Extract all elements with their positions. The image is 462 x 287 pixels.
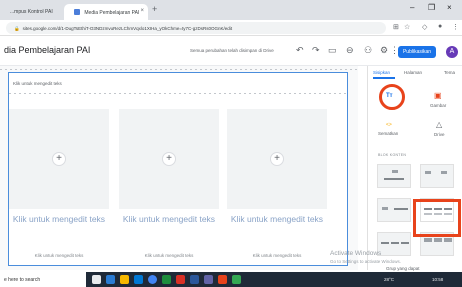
task-view-icon[interactable]: [92, 275, 101, 284]
card-title-text[interactable]: Klik untuk mengedit teks: [119, 214, 219, 225]
add-image-plus-icon[interactable]: +: [52, 152, 66, 166]
browser-tab-title: ...mpus Kontrol PAI: [10, 9, 53, 15]
taskbar-search-input[interactable]: e here to search: [0, 272, 86, 287]
layout-option[interactable]: [420, 164, 454, 188]
divider: [0, 69, 358, 70]
avatar[interactable]: A: [446, 46, 458, 58]
embed-icon[interactable]: <>: [386, 122, 392, 128]
add-image-plus-icon[interactable]: +: [162, 152, 176, 166]
tab-themes[interactable]: Tema: [444, 70, 455, 75]
close-window-icon[interactable]: ×: [447, 3, 452, 12]
browser-menu-icon[interactable]: ⋮: [452, 23, 459, 31]
powerpoint-icon[interactable]: [176, 275, 185, 284]
temperature-text: 28°C: [384, 277, 395, 282]
profile-icon[interactable]: ●: [438, 23, 442, 30]
image-icon[interactable]: ▣: [434, 91, 442, 100]
redo-icon[interactable]: ↷: [312, 45, 320, 56]
highlight-box: [413, 199, 461, 237]
layout-option[interactable]: [377, 232, 411, 256]
drive-label[interactable]: Drive: [434, 132, 445, 137]
drive-icon[interactable]: △: [436, 120, 442, 129]
active-tab-indicator: [373, 77, 395, 79]
tab-pages[interactable]: Halaman: [404, 70, 422, 75]
app-icon[interactable]: [232, 275, 241, 284]
undo-icon[interactable]: ↶: [296, 45, 304, 56]
google-sites-favicon-icon: [74, 9, 80, 15]
translate-icon[interactable]: ⊞: [393, 23, 399, 31]
bookmark-star-icon[interactable]: ☆: [404, 23, 410, 31]
app-icon[interactable]: [218, 275, 227, 284]
browser-tab[interactable]: ...mpus Kontrol PAI ×: [0, 4, 74, 20]
share-icon[interactable]: ⚇: [364, 45, 372, 56]
activate-windows-subtext: Go to Settings to activate Windows.: [330, 259, 402, 264]
image-label[interactable]: Gambar: [430, 103, 446, 108]
preview-icon[interactable]: ▭: [328, 45, 337, 56]
address-bar-row: 🔒 sites.google.com/d/1-DugTsEthiT-O3NDzmv…: [0, 20, 462, 36]
insert-panel: Sisipkan Halaman Tema Tт ▣ Gambar <> Sem…: [367, 66, 462, 270]
activate-windows-watermark: Activate Windows: [330, 250, 382, 257]
card-title-text[interactable]: Klik untuk mengedit teks: [9, 214, 109, 225]
browser-tab-active[interactable]: Media Pembelajaran PAI ×: [64, 4, 148, 20]
teams-icon[interactable]: [204, 275, 213, 284]
card-body-text[interactable]: Klik untuk mengedit teks: [227, 253, 327, 258]
layout-option[interactable]: [377, 198, 411, 222]
minimize-window-icon[interactable]: –: [410, 3, 414, 12]
publish-button[interactable]: Publikasikan: [398, 46, 436, 58]
layout-option[interactable]: [377, 164, 411, 188]
store-icon[interactable]: [134, 275, 143, 284]
file-explorer-icon[interactable]: [120, 275, 129, 284]
site-title[interactable]: dia Pembelajaran PAI: [4, 45, 90, 55]
chrome-icon[interactable]: [148, 275, 157, 284]
divider: [9, 93, 347, 94]
card-body-text[interactable]: Klik untuk mengedit teks: [9, 253, 109, 258]
tab-insert[interactable]: Sisipkan: [373, 70, 390, 75]
edge-icon[interactable]: [106, 275, 115, 284]
word-icon[interactable]: [190, 275, 199, 284]
browser-tab-strip: ...mpus Kontrol PAI × Media Pembelajaran…: [0, 0, 462, 20]
image-placeholder-card[interactable]: +: [227, 109, 327, 209]
image-placeholder-card[interactable]: +: [119, 109, 219, 209]
clock-text[interactable]: 10:58: [432, 277, 443, 282]
settings-gear-icon[interactable]: ⚙: [380, 45, 388, 56]
sites-toolbar: dia Pembelajaran PAI Semua perubahan tel…: [0, 36, 462, 66]
url-text: sites.google.com/d/1-DugTsEthiT-O3NDzmvu…: [22, 25, 233, 31]
card-title-text[interactable]: Klik untuk mengedit teks: [227, 214, 327, 225]
text-box-icon[interactable]: Tт: [386, 93, 393, 99]
url-input[interactable]: 🔒 sites.google.com/d/1-DugTsEthiT-O3NDzmv…: [6, 22, 386, 34]
excel-icon[interactable]: [162, 275, 171, 284]
card-body-text[interactable]: Klik untuk mengedit teks: [119, 253, 219, 258]
save-status: Semua perubahan telah disimpan di Drive: [190, 48, 274, 53]
extensions-icon[interactable]: ◇: [422, 23, 427, 31]
link-icon[interactable]: ⊖: [346, 45, 354, 56]
browser-tab-title: Media Pembelajaran PAI: [84, 10, 140, 16]
new-tab-button[interactable]: +: [152, 4, 157, 14]
embed-label[interactable]: Sematkan: [378, 131, 398, 136]
close-tab-icon[interactable]: ×: [140, 8, 144, 14]
lock-icon: 🔒: [14, 25, 20, 31]
collapsible-group-label[interactable]: Grup yang dapat: [386, 266, 420, 271]
section-header-text[interactable]: Klik untuk mengedit teks: [13, 81, 62, 86]
content-blocks-heading: BLOK KONTEN: [378, 153, 407, 157]
selected-section[interactable]: Klik untuk mengedit teks + Klik untuk me…: [8, 72, 348, 266]
windows-taskbar: e here to search 28°C 10:58: [0, 272, 462, 287]
maximize-window-icon[interactable]: ❐: [428, 3, 435, 12]
editor-canvas: Klik untuk mengedit teks + Klik untuk me…: [0, 66, 358, 270]
image-placeholder-card[interactable]: +: [9, 109, 109, 209]
add-image-plus-icon[interactable]: +: [270, 152, 284, 166]
